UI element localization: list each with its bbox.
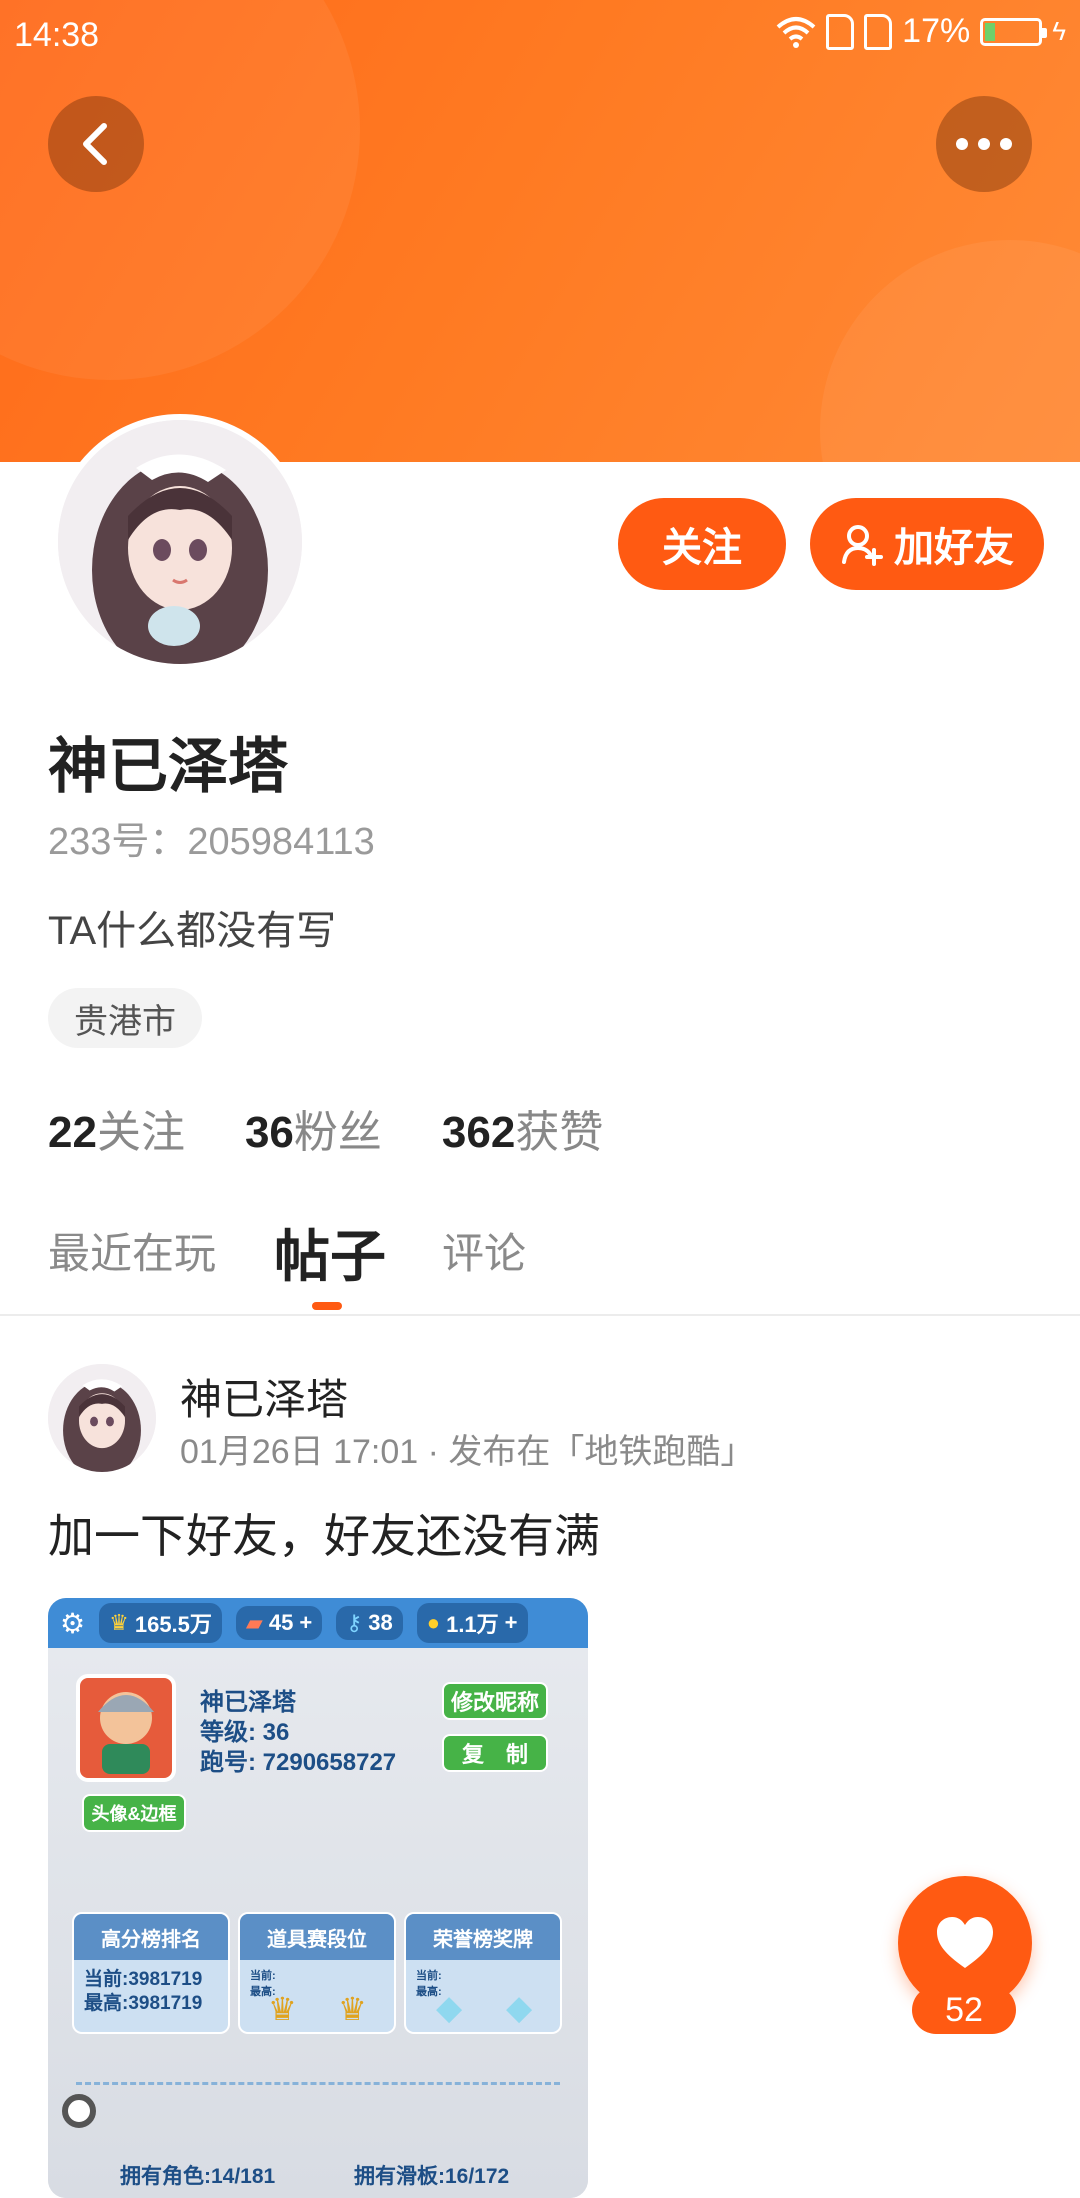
game-panel-line: 当前: (416, 1970, 442, 1982)
game-stat-panel: 道具赛段位 当前: 最高: ♛ ♛ (238, 1912, 396, 2034)
post-meta: 01月26日 17:01 · 发布在「地铁跑酷」 (180, 1433, 755, 1471)
ring-icon (62, 2094, 96, 2128)
hoverboard-icon: ▰ (245, 1610, 263, 1635)
sim-card-icon (864, 13, 893, 50)
following-count: 22 (48, 1108, 97, 1157)
like-count: 52 (912, 1986, 1016, 2034)
followers-label: 粉丝 (293, 1108, 382, 1157)
location-tag: 贵港市 (48, 988, 202, 1048)
game-panel-title: 高分榜排名 (74, 1914, 228, 1960)
game-copy-label: 复 制 (461, 1742, 528, 1767)
game-panel-title: 道具赛段位 (240, 1914, 394, 1960)
plus-icon: + (504, 1610, 518, 1635)
location-label: 贵港市 (74, 1002, 176, 1041)
gear-icon: ⚙ (60, 1607, 86, 1639)
coin-counter: ● 1.1万 + (416, 1603, 528, 1643)
game-avatar-frame-button: 头像&边框 (82, 1794, 186, 1832)
game-panel-line: 最高:3981719 (84, 1993, 203, 2014)
more-options-button[interactable] (936, 96, 1032, 192)
game-rename-label: 修改昵称 (450, 1690, 539, 1715)
game-stat-panel: 荣誉榜奖牌 当前: 最高: ◆ ◆ (404, 1912, 562, 2034)
game-player-level: 等级: 36 (200, 1719, 290, 1746)
status-bar: 14:38 17% ϟ (0, 0, 1080, 72)
divider (76, 2082, 560, 2085)
game-panel-line: 当前:3981719 (84, 1969, 203, 1990)
game-owned-boards: 拥有滑板:16/172 (354, 2165, 510, 2188)
tab-posts[interactable]: 帖子 (274, 1212, 386, 1293)
chevron-left-icon (83, 123, 107, 165)
crown-counter: ♛ 165.5万 (99, 1603, 222, 1643)
crown-icon: ♛ (109, 1610, 129, 1635)
game-stat-panel: 高分榜排名 当前:3981719 最高:3981719 (72, 1912, 230, 2034)
active-tab-indicator (312, 1302, 342, 1310)
key-counter: ⚷ 38 (336, 1606, 403, 1640)
game-character-icon (76, 1674, 176, 1782)
add-user-icon (842, 525, 883, 566)
game-owned-roles: 拥有角色:14/181 (120, 2165, 276, 2188)
game-avatar-frame-label: 头像&边框 (91, 1804, 177, 1824)
profile-stats: 22关注 36粉丝 362获赞 (48, 1096, 603, 1160)
medal-icon: ◆ (506, 1989, 533, 2027)
wifi-icon (776, 16, 816, 48)
post-author-name[interactable]: 神已泽塔 (180, 1366, 348, 1427)
likes-received-label: 获赞 (515, 1108, 604, 1157)
coin-icon: ● (426, 1610, 441, 1635)
add-friend-button[interactable]: 加好友 (810, 498, 1044, 590)
status-icons: 17% ϟ (776, 12, 1066, 51)
game-player-info: 神已泽塔 等级: 36 跑号: 7290658727 (200, 1688, 396, 1778)
avatar-illustration (48, 1364, 156, 1472)
more-dots-icon (956, 138, 1012, 150)
banner-decoration (820, 240, 1080, 462)
post-image[interactable]: ⚙ ♛ 165.5万 ▰ 45 + ⚷ 38 ● 1.1万 + 神已泽塔 等级:… (48, 1598, 588, 2198)
following-label: 关注 (96, 1108, 185, 1157)
sim-card-icon (826, 13, 855, 50)
key-icon: ⚷ (346, 1610, 363, 1635)
profile-bio: TA什么都没有写 (48, 909, 337, 953)
plus-icon: + (299, 1610, 313, 1635)
trophy-icon: ♛ (268, 1991, 297, 2027)
avatar-illustration (58, 420, 302, 664)
game-player-name: 神已泽塔 (200, 1689, 296, 1716)
trophy-icon: ♛ (338, 1991, 367, 2027)
board-counter: ▰ 45 + (235, 1606, 323, 1640)
tab-comments[interactable]: 评论 (442, 1220, 526, 1281)
game-panel-line: 当前: (250, 1970, 276, 1982)
crown-value: 165.5万 (134, 1612, 212, 1637)
game-profile-panel: 神已泽塔 等级: 36 跑号: 7290658727 修改昵称 复 制 头像&边… (48, 1648, 588, 2198)
status-time: 14:38 (14, 16, 100, 54)
likes-received-count: 362 (441, 1108, 516, 1157)
profile-tabs: 最近在玩 帖子 评论 (0, 1206, 1080, 1316)
game-top-bar: ⚙ ♛ 165.5万 ▰ 45 + ⚷ 38 ● 1.1万 + (48, 1598, 588, 1648)
game-rename-button: 修改昵称 (442, 1682, 548, 1720)
game-copy-button: 复 制 (442, 1734, 548, 1772)
heart-icon (937, 1917, 993, 1968)
likes-stat[interactable]: 362获赞 (442, 1096, 603, 1160)
post-author-avatar[interactable] (48, 1364, 156, 1472)
game-panel-title: 荣誉榜奖牌 (406, 1914, 560, 1960)
battery-icon (980, 17, 1048, 46)
game-player-run-id: 跑号: 7290658727 (200, 1749, 397, 1776)
add-friend-label: 加好友 (894, 526, 1014, 570)
follow-button-label: 关注 (662, 526, 742, 570)
profile-username: 神已泽塔 (48, 733, 288, 800)
charging-icon: ϟ (1052, 16, 1066, 46)
coin-value: 1.1万 (446, 1612, 499, 1637)
followers-stat[interactable]: 36粉丝 (245, 1096, 382, 1160)
board-value: 45 (268, 1610, 294, 1635)
key-value: 38 (368, 1610, 393, 1635)
followers-count: 36 (244, 1108, 294, 1157)
profile-user-id: 233号：205984113 (48, 821, 375, 863)
back-button[interactable] (48, 96, 144, 192)
following-stat[interactable]: 22关注 (48, 1096, 185, 1160)
battery-percent: 17% (902, 12, 971, 50)
medal-icon: ◆ (436, 1989, 463, 2027)
post-text[interactable]: 加一下好友，好友还没有满 (48, 1500, 600, 1566)
profile-avatar[interactable] (52, 414, 308, 670)
tab-recently-played[interactable]: 最近在玩 (48, 1220, 216, 1281)
follow-button[interactable]: 关注 (618, 498, 786, 590)
